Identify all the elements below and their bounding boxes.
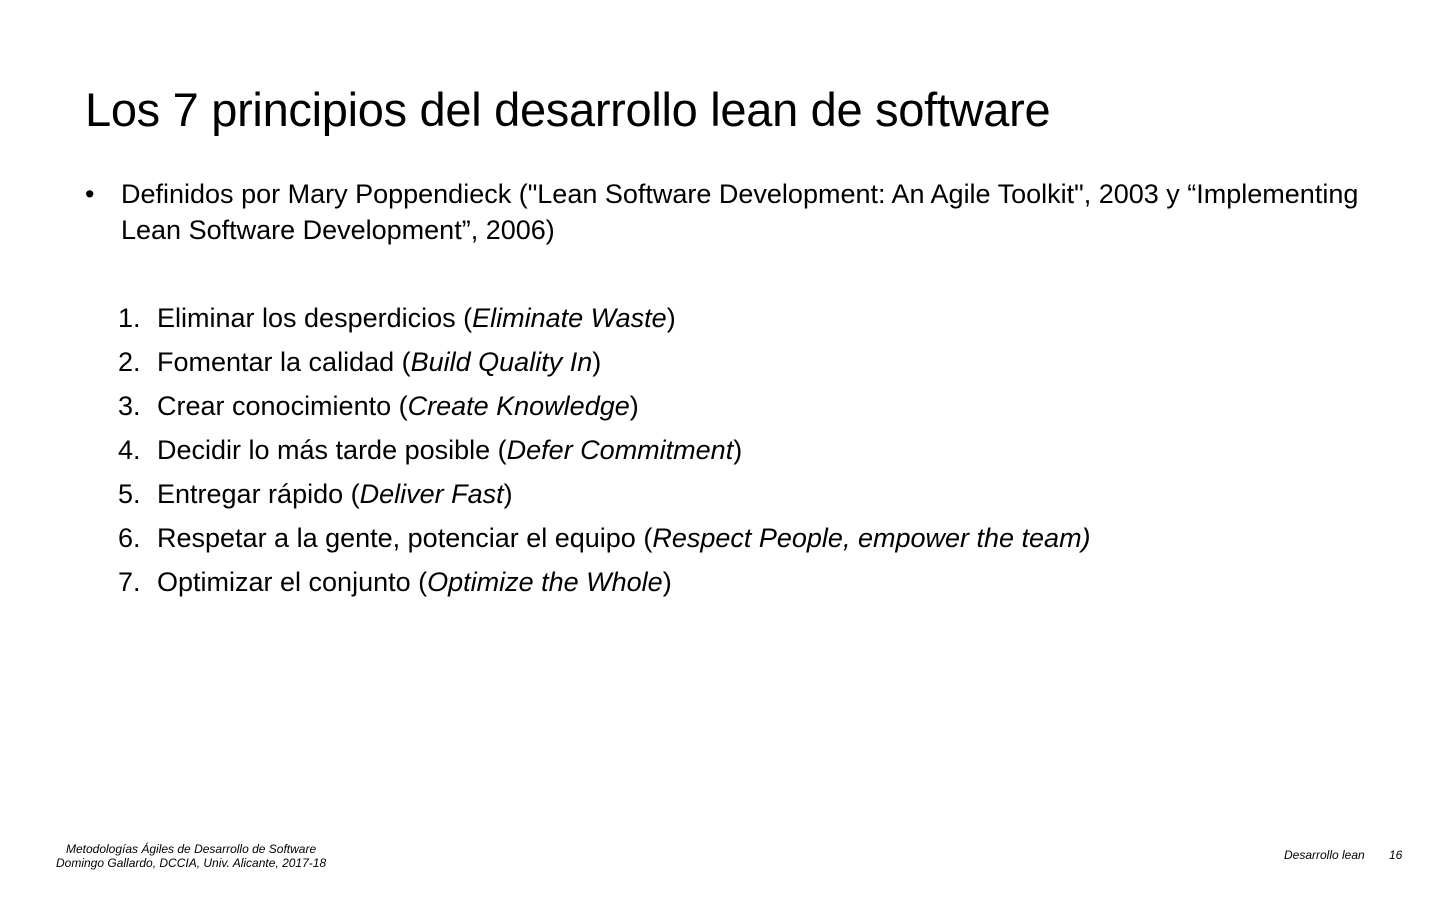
item-spanish: Fomentar la calidad (: [157, 347, 411, 377]
item-number: 7.: [118, 567, 141, 597]
item-spanish: Respetar a la gente, potenciar el equipo…: [157, 523, 653, 553]
page-number: 16: [1389, 848, 1403, 862]
list-item: 1. Eliminar los desperdicios (Eliminate W…: [118, 300, 1091, 344]
item-close: ): [666, 303, 676, 333]
item-close: ): [733, 435, 743, 465]
list-item: 3. Crear conocimiento (Create Knowledge): [118, 388, 1091, 432]
list-item: 6. Respetar a la gente, potenciar el equi…: [118, 520, 1091, 564]
item-spanish: Crear conocimiento (: [157, 391, 408, 421]
item-spanish: Eliminar los desperdicios (: [157, 303, 473, 333]
item-close: ): [592, 347, 602, 377]
item-number: 4.: [118, 435, 141, 465]
intro-bullet: • Definidos por Mary Poppendieck ("Lean …: [85, 176, 1385, 248]
footer-course: Metodologías Ágiles de Desarrollo de Sof…: [65, 842, 317, 856]
item-spanish: Decidir lo más tarde posible (: [157, 435, 507, 465]
item-number: 1.: [118, 303, 141, 333]
principles-list: 1. Eliminar los desperdicios (Eliminate W…: [118, 300, 1091, 608]
item-close: ): [662, 567, 672, 597]
item-number: 2.: [118, 347, 141, 377]
item-spanish: Entregar rápido (: [157, 479, 360, 509]
list-item: 2. Fomentar la calidad (Build Quality In): [118, 344, 1091, 388]
item-close: ): [503, 479, 513, 509]
footer-credits: Metodologías Ágiles de Desarrollo de Sof…: [56, 842, 326, 870]
item-close: ): [629, 391, 639, 421]
item-number: 3.: [118, 391, 141, 421]
item-spanish: Optimizar el conjunto (: [157, 567, 428, 597]
footer-author: Domingo Gallardo, DCCIA, Univ. Alicante,…: [56, 856, 327, 870]
item-english: Deliver Fast: [359, 479, 504, 509]
list-item: 5. Entregar rápido (Deliver Fast): [118, 476, 1091, 520]
item-english: Defer Commitment: [506, 435, 734, 465]
item-english: Eliminate Waste: [472, 303, 667, 333]
list-item: 7. Optimizar el conjunto (Optimize the Wh…: [118, 564, 1091, 608]
bullet-marker: •: [85, 179, 95, 209]
item-number: 5.: [118, 479, 141, 509]
item-english: Create Knowledge: [407, 391, 630, 421]
list-item: 4. Decidir lo más tarde posible (Defer Co…: [118, 432, 1091, 476]
intro-bullet-text: Definidos por Mary Poppendieck ("Lean So…: [121, 179, 1359, 245]
item-number: 6.: [118, 523, 141, 553]
footer-section: Desarrollo lean: [1284, 848, 1365, 862]
item-english: Respect People, empower the team): [652, 523, 1091, 553]
item-english: Optimize the Whole: [427, 567, 663, 597]
item-english: Build Quality In: [410, 347, 593, 377]
slide-title: Los 7 principios del desarrollo lean de …: [85, 83, 1051, 136]
